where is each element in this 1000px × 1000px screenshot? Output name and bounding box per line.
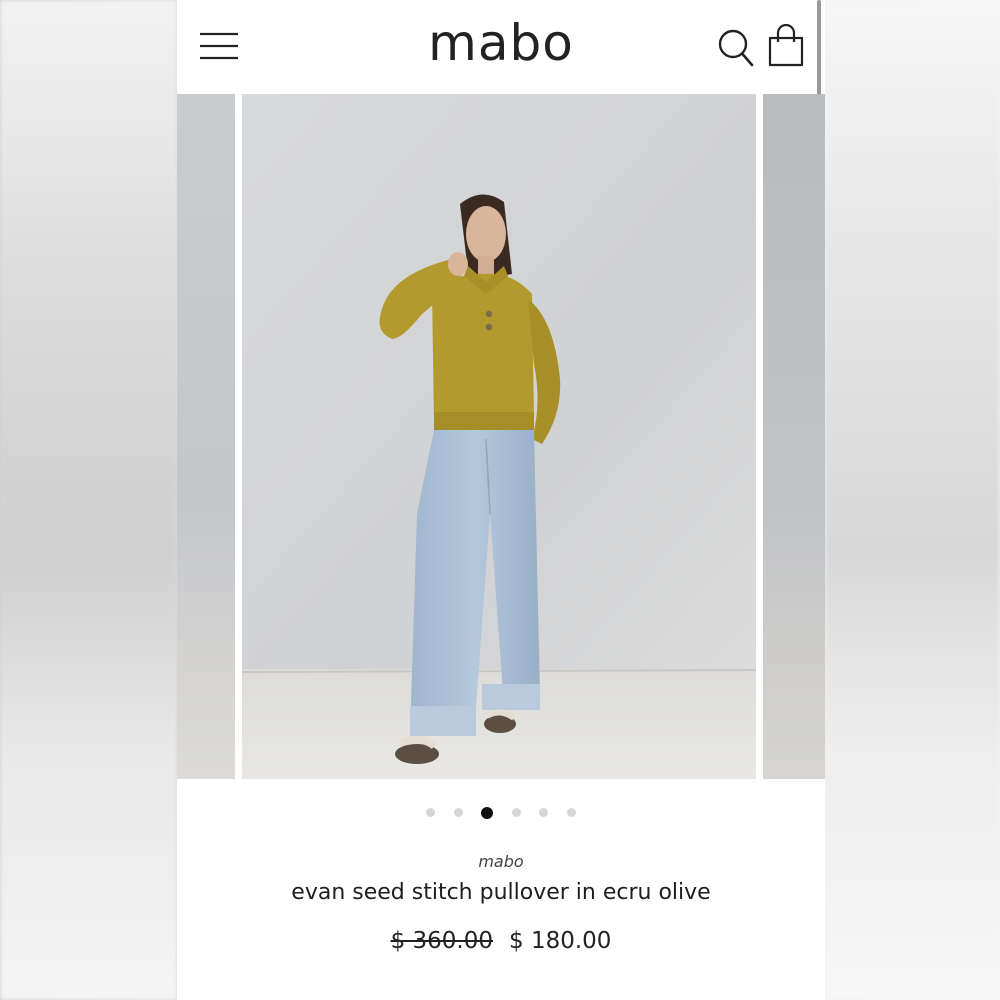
product-brand[interactable]: mabo [177,852,825,871]
product-photo-illustration [242,94,756,779]
background-blur-right [825,0,1000,1000]
pagination-dot[interactable] [539,808,549,818]
product-photo[interactable] [242,94,756,779]
shopping-bag-icon[interactable] [767,23,805,68]
background-blur-left [0,0,177,1000]
mobile-page: mabo mabo evan seed stitch pullover in e… [177,0,825,1000]
search-icon[interactable] [717,28,755,68]
previous-slide-peek[interactable] [177,94,235,779]
pagination-dot-active[interactable] [481,806,494,819]
next-slide-peek[interactable] [763,94,825,779]
pagination-dot[interactable] [511,808,521,818]
pagination-dot[interactable] [453,808,463,818]
pagination-dot[interactable] [566,808,576,818]
pagination-dot[interactable] [426,808,436,818]
product-title: evan seed stitch pullover in ecru olive [291,880,711,905]
product-image-carousel[interactable] [177,94,825,780]
product-price: $ 360.00 $ 180.00 [177,928,825,954]
site-header: mabo [177,0,825,565]
sale-price: $ 180.00 [509,928,612,954]
original-price: $ 360.00 [390,928,493,954]
carousel-pagination [177,804,825,820]
